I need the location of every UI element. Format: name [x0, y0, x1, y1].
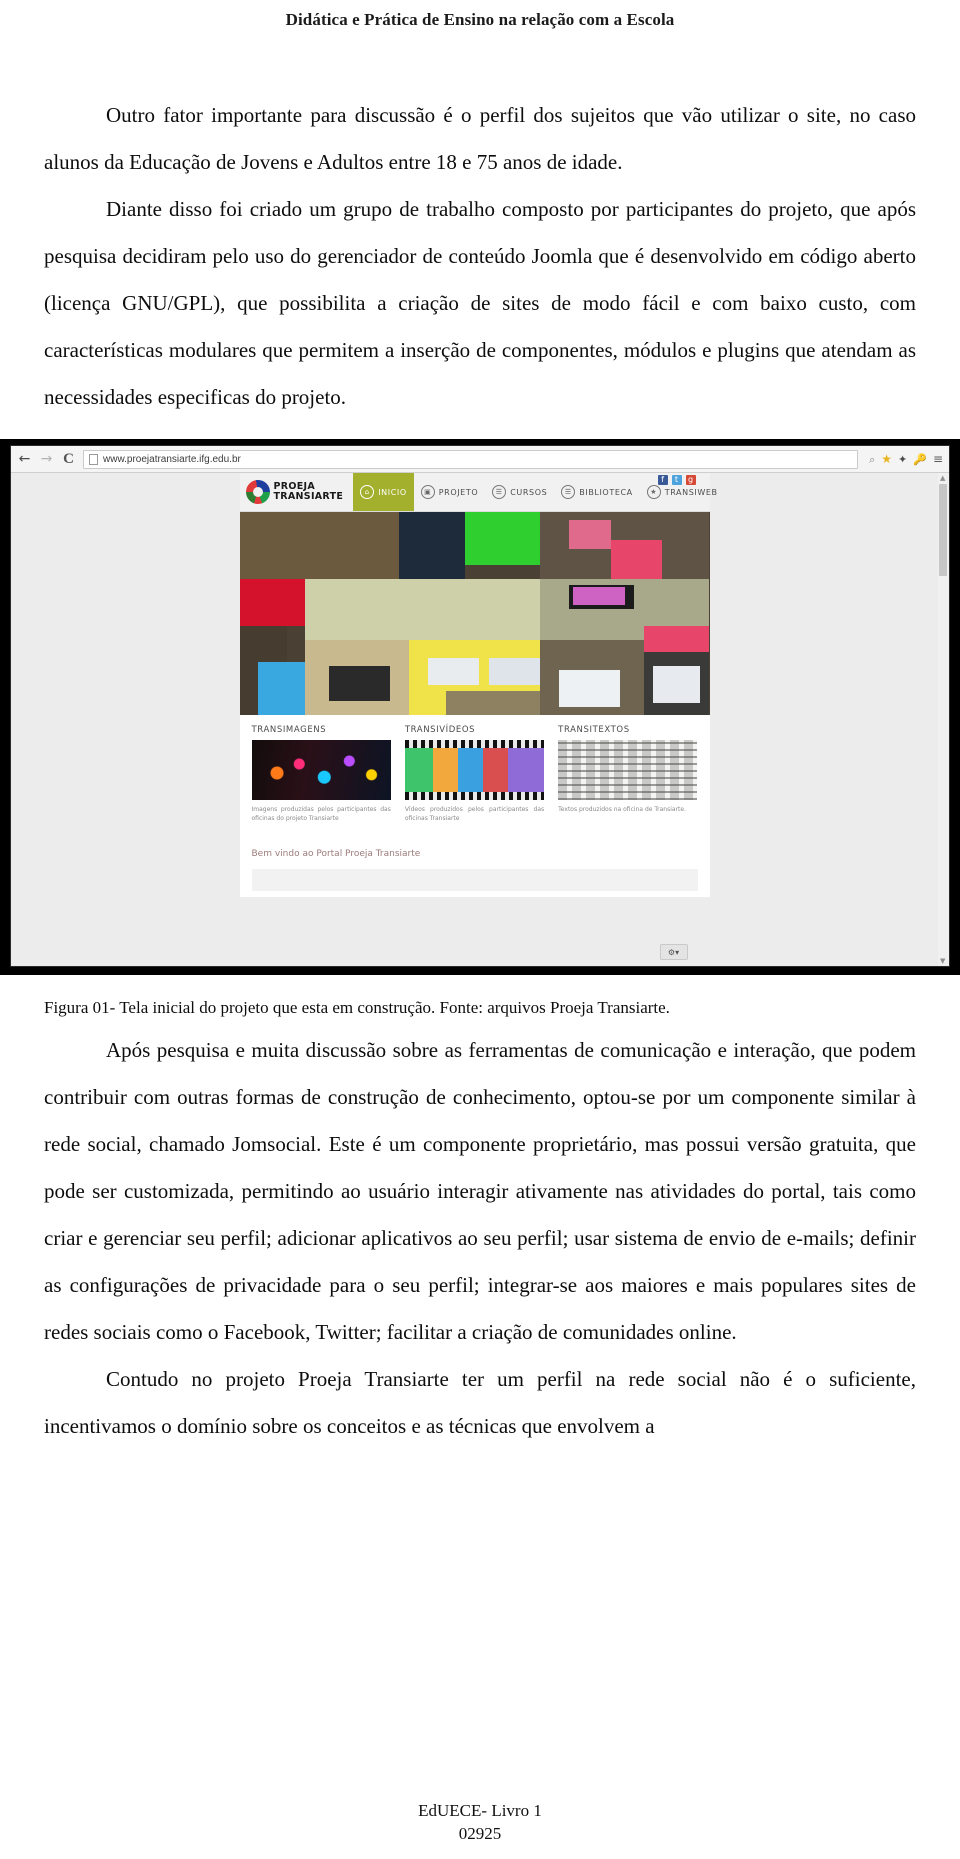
- facebook-icon[interactable]: f: [657, 475, 668, 485]
- nav-item-inicio[interactable]: ⌂ INICIO: [353, 473, 414, 511]
- logo-text: PROEJA TRANSIARTE: [274, 482, 344, 502]
- figure-caption: Figura 01- Tela inicial do projeto que e…: [44, 998, 670, 1017]
- browser-toolbar-actions: ⌕ ★ ✦ 🔑 ≡: [865, 453, 943, 465]
- site-container: f t g PROEJA TRANSIARTE ⌂ INICIO ▣ PROJE…: [239, 473, 717, 966]
- figure-screenshot: ← → C www.proejatransiarte.ifg.edu.br ⌕ …: [0, 439, 960, 975]
- welcome-section: Bem vindo ao Portal Proeja Transiarte: [239, 835, 710, 897]
- body-paragraph-4: Contudo no projeto Proeja Transiarte ter…: [44, 1367, 916, 1438]
- body-paragraph-1: Outro fator importante para discussão é …: [44, 103, 916, 174]
- browser-window: ← → C www.proejatransiarte.ifg.edu.br ⌕ …: [0, 439, 960, 975]
- nav-item-projeto[interactable]: ▣ PROJETO: [414, 473, 485, 511]
- library-icon: ☰: [561, 485, 576, 499]
- column-title-transimagens: TRANSIMAGENS: [251, 725, 327, 735]
- nav-label-transiweb: TRANSIWEB: [664, 487, 718, 497]
- page-info-icon: [89, 453, 98, 465]
- url-text: www.proejatransiarte.ifg.edu.br: [103, 453, 241, 465]
- footer-line-2: 02925: [458, 1824, 502, 1843]
- nav-label-cursos: CURSOS: [510, 487, 548, 497]
- settings-gear-button[interactable]: ⚙▾: [659, 944, 688, 960]
- browser-toolbar: ← → C www.proejatransiarte.ifg.edu.br ⌕ …: [11, 446, 949, 473]
- body-paragraph-2: Diante disso foi criado um grupo de trab…: [44, 197, 916, 409]
- forward-arrow-icon[interactable]: →: [39, 452, 54, 466]
- vertical-scrollbar[interactable]: ▲ ▼: [937, 473, 949, 966]
- content-columns-panel: TRANSIMAGENS Imagens produzidas pelos pa…: [239, 715, 710, 835]
- column-caption-transimagens: Imagens produzidas pelos participantes d…: [251, 806, 391, 822]
- twitter-icon[interactable]: t: [671, 475, 682, 485]
- bookmark-star-icon[interactable]: ★: [881, 453, 892, 465]
- extension-icon[interactable]: ✦: [898, 454, 907, 465]
- document-content: Outro fator importante para discussão é …: [0, 30, 960, 1450]
- logo-line-2: TRANSIARTE: [273, 491, 344, 502]
- project-icon: ▣: [420, 485, 435, 499]
- search-icon[interactable]: ⌕: [869, 454, 875, 465]
- scroll-down-icon[interactable]: ▼: [940, 957, 945, 965]
- column-title-transivideos: TRANSIVÍDEOS: [404, 725, 476, 735]
- list-icon: ☰: [492, 485, 507, 499]
- nav-label-projeto: PROJETO: [438, 487, 479, 497]
- site-logo[interactable]: PROEJA TRANSIARTE: [245, 480, 344, 504]
- column-title-transitextos: TRANSITEXTOS: [558, 725, 630, 735]
- nav-item-cursos[interactable]: ☰ CURSOS: [485, 473, 554, 511]
- document-page: Didática e Prática de Ensino na relação …: [0, 0, 960, 1859]
- thumbnail-transitextos[interactable]: [558, 740, 698, 800]
- columns-row: TRANSIMAGENS Imagens produzidas pelos pa…: [251, 725, 698, 823]
- reload-icon[interactable]: C: [61, 451, 76, 467]
- scrollbar-thumb[interactable]: [939, 484, 947, 576]
- hero-collage-image: [239, 512, 710, 715]
- address-bar[interactable]: www.proejatransiarte.ifg.edu.br: [83, 449, 859, 469]
- welcome-message: Bem vindo ao Portal Proeja Transiarte: [251, 849, 421, 859]
- column-transivideos: TRANSIVÍDEOS Vídeos produzidos pelos par…: [404, 725, 545, 823]
- social-links: f t g: [657, 475, 696, 485]
- welcome-divider: [251, 869, 698, 891]
- nav-item-biblioteca[interactable]: ☰ BIBLIOTECA: [554, 473, 639, 511]
- back-arrow-icon[interactable]: ←: [17, 452, 32, 466]
- star-icon: ★: [646, 485, 661, 499]
- running-header: Didática e Prática de Ensino na relação …: [285, 10, 675, 29]
- footer-line-1: EdUECE- Livro 1: [418, 1801, 542, 1820]
- site-header: PROEJA TRANSIARTE ⌂ INICIO ▣ PROJETO ☰ C…: [239, 473, 717, 512]
- google-plus-icon[interactable]: g: [685, 475, 696, 485]
- thumbnail-transimagens[interactable]: [251, 740, 391, 800]
- menu-icon[interactable]: ≡: [933, 453, 943, 465]
- body-paragraph-3: Após pesquisa e muita discussão sobre as…: [44, 1038, 916, 1344]
- browser-frame: ← → C www.proejatransiarte.ifg.edu.br ⌕ …: [10, 445, 950, 967]
- column-caption-transitextos: Textos produzidos na oficina de Transiar…: [558, 806, 686, 813]
- column-transimagens: TRANSIMAGENS Imagens produzidas pelos pa…: [251, 725, 391, 823]
- nav-label-biblioteca: BIBLIOTECA: [579, 487, 633, 497]
- column-transitextos: TRANSITEXTOS Textos produzidos na oficin…: [558, 725, 698, 823]
- column-caption-transivideos: Vídeos produzidos pelos participantes da…: [404, 806, 545, 822]
- home-icon: ⌂: [360, 485, 375, 499]
- spiral-logo-icon: [245, 480, 270, 504]
- nav-label-inicio: INICIO: [378, 487, 407, 497]
- website-content: f t g PROEJA TRANSIARTE ⌂ INICIO ▣ PROJE…: [11, 473, 938, 966]
- page-footer: EdUECE- Livro 1 02925: [0, 1799, 960, 1845]
- thumbnail-transivideos[interactable]: [404, 740, 545, 800]
- browser-viewport: ▲ ▼ f t g PROEJA TRANSIARTE ⌂ INICIO ▣ P…: [11, 473, 949, 966]
- key-icon[interactable]: 🔑: [913, 454, 927, 465]
- scroll-up-icon[interactable]: ▲: [940, 474, 945, 482]
